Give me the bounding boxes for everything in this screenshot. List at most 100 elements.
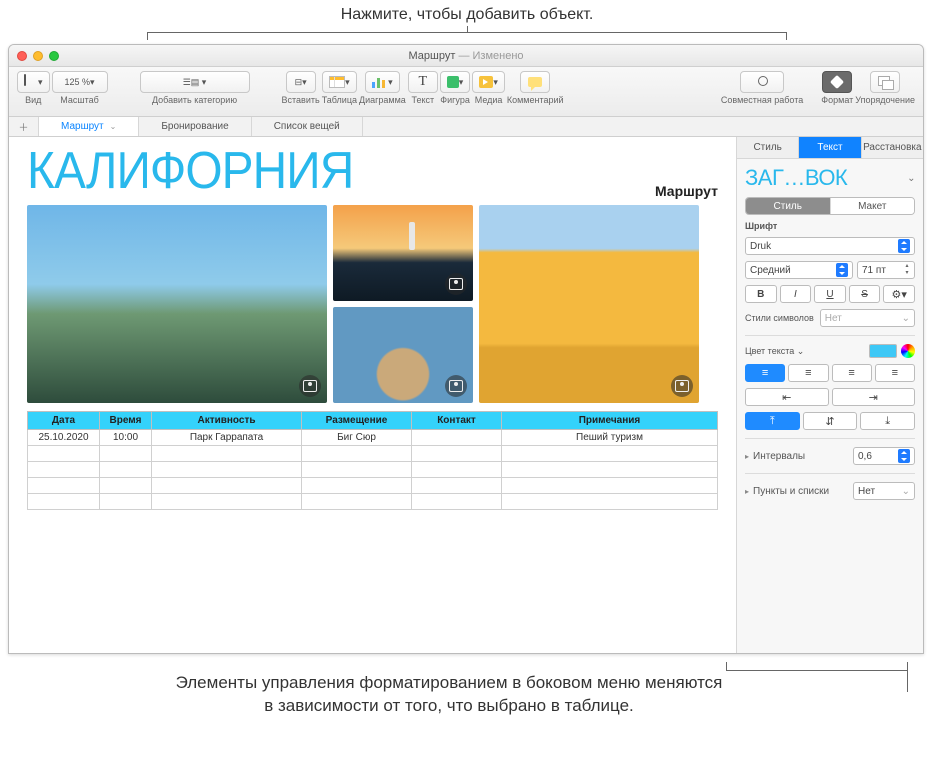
image-placeholder-icon [445,273,467,295]
col-header[interactable]: Время [100,412,152,430]
paragraph-style-picker[interactable]: ЗАГ…ВОК ⌄ [745,165,915,191]
style-layout-segmented[interactable]: Стиль Макет [745,197,915,215]
canvas[interactable]: КАЛИФОРНИЯ Маршрут Дата Время [9,137,737,653]
inspector-tab-style[interactable]: Стиль [737,137,799,158]
image-placeholder-1[interactable] [27,205,327,403]
char-styles-label: Стили символов [745,313,814,323]
cell[interactable]: 25.10.2020 [28,430,100,446]
lists-disclosure[interactable]: ▸Пункты и списки [745,486,829,497]
strike-button[interactable]: S [849,285,881,303]
arrange-button[interactable] [870,71,900,93]
outdent-button[interactable]: ⇤ [745,388,829,406]
close-window-button[interactable] [17,51,27,61]
cell[interactable]: 10:00 [100,430,152,446]
cell[interactable]: Пеший туризм [502,430,718,446]
char-styles-value: Нет [825,313,842,324]
toolbar: ▾ Вид 125 %▾ Масштаб ☰▤ ▾ Добавить катег… [9,67,923,117]
table-row[interactable]: . [28,446,718,462]
sheet-tabs: ＋ Маршрут⌄ Бронирование Список вещей [9,117,923,137]
cell[interactable]: Биг Сюр [302,430,412,446]
cell[interactable]: Парк Гаррапата [152,430,302,446]
shape-label: Фигура [440,95,470,105]
zoom-select[interactable]: 125 %▾ [52,71,108,93]
table-button[interactable]: ▾ [322,71,357,93]
italic-button[interactable]: I [780,285,812,303]
align-justify-button[interactable]: ≡ [875,364,915,382]
sheet-tab-2[interactable]: Список вещей [252,117,363,136]
zoom-window-button[interactable] [49,51,59,61]
char-styles-select[interactable]: Нет ⌄ [820,309,915,327]
chevron-down-icon: ⌄ [110,122,117,131]
comment-button[interactable] [520,71,550,93]
font-label: Шрифт [745,221,915,231]
col-header[interactable]: Примечания [502,412,718,430]
cell[interactable] [412,430,502,446]
col-header[interactable]: Контакт [412,412,502,430]
window-controls [9,51,59,61]
add-sheet-button[interactable]: ＋ [9,117,39,136]
font-size-stepper[interactable]: 71 пт ▴▾ [857,261,915,279]
shape-button[interactable]: ▾ [440,71,471,93]
color-wheel-button[interactable] [901,344,915,358]
format-label: Формат [821,95,853,105]
text-color-swatch[interactable] [869,344,897,358]
image-placeholder-4[interactable] [479,205,699,403]
table-row[interactable]: . [28,478,718,494]
media-label: Медиа [475,95,503,105]
sheet-tab-1[interactable]: Бронирование [139,117,251,136]
align-right-button[interactable]: ≡ [832,364,872,382]
callout-top-bracket [147,26,787,42]
image-placeholder-3[interactable] [333,307,473,403]
inspector-tab-arrange[interactable]: Расстановка [862,137,923,158]
media-button[interactable]: ▾ [472,71,505,93]
chart-button[interactable]: ▾ [365,71,400,93]
table-row[interactable]: . [28,494,718,510]
spacing-select[interactable]: 0,6 [853,447,915,465]
text-label: Текст [411,95,434,105]
collab-button[interactable] [740,71,784,93]
insert-button[interactable]: ⊟▾ [286,71,316,93]
valign-bottom-button[interactable]: ⤓ [860,412,915,430]
valign-top-button[interactable]: ⤒ [745,412,800,430]
data-table[interactable]: Дата Время Активность Размещение Контакт… [27,411,718,510]
image-placeholder-2[interactable] [333,205,473,301]
image-placeholder-icon [445,375,467,397]
subtab-style[interactable]: Стиль [746,198,831,214]
font-family-select[interactable]: Druk [745,237,915,255]
document-title[interactable]: КАЛИФОРНИЯ [27,145,663,197]
lists-select[interactable]: Нет ⌄ [853,482,915,500]
window-title: Маршрут — Изменено [9,50,923,62]
sheet-tab-label: Список вещей [274,121,340,132]
insert-label: Вставить [282,95,320,105]
triangle-right-icon: ▸ [745,487,749,496]
table-row[interactable]: 25.10.2020 10:00 Парк Гаррапата Биг Сюр … [28,430,718,446]
minimize-window-button[interactable] [33,51,43,61]
sheet-tab-0[interactable]: Маршрут⌄ [39,117,139,136]
subtab-layout[interactable]: Макет [831,198,915,214]
col-header[interactable]: Активность [152,412,302,430]
font-weight-select[interactable]: Средний [745,261,853,279]
lists-value: Нет [858,486,875,497]
col-header[interactable]: Дата [28,412,100,430]
indent-button[interactable]: ⇥ [832,388,916,406]
align-center-button[interactable]: ≡ [788,364,828,382]
inspector-tab-text[interactable]: Текст [799,137,861,158]
select-arrows-icon [898,449,910,463]
spacing-value: 0,6 [858,451,872,462]
table-row[interactable]: . [28,462,718,478]
view-button[interactable]: ▾ [17,71,50,93]
text-advanced-button[interactable]: ⚙▾ [883,285,915,303]
document-subtitle[interactable]: Маршрут [655,183,718,199]
text-button[interactable]: T [408,71,438,93]
callout-bottom-text: Элементы управления форматированием в бо… [169,672,729,718]
format-button[interactable] [822,71,852,93]
add-category-button[interactable]: ☰▤ ▾ [140,71,250,93]
col-header[interactable]: Размещение [302,412,412,430]
align-left-button[interactable]: ≡ [745,364,785,382]
comment-label: Комментарий [507,95,564,105]
bold-button[interactable]: B [745,285,777,303]
valign-middle-button[interactable]: ⇵ [803,412,858,430]
spacing-disclosure[interactable]: ▸Интервалы [745,451,805,462]
underline-button[interactable]: U [814,285,846,303]
font-size-value: 71 пт [862,265,886,276]
